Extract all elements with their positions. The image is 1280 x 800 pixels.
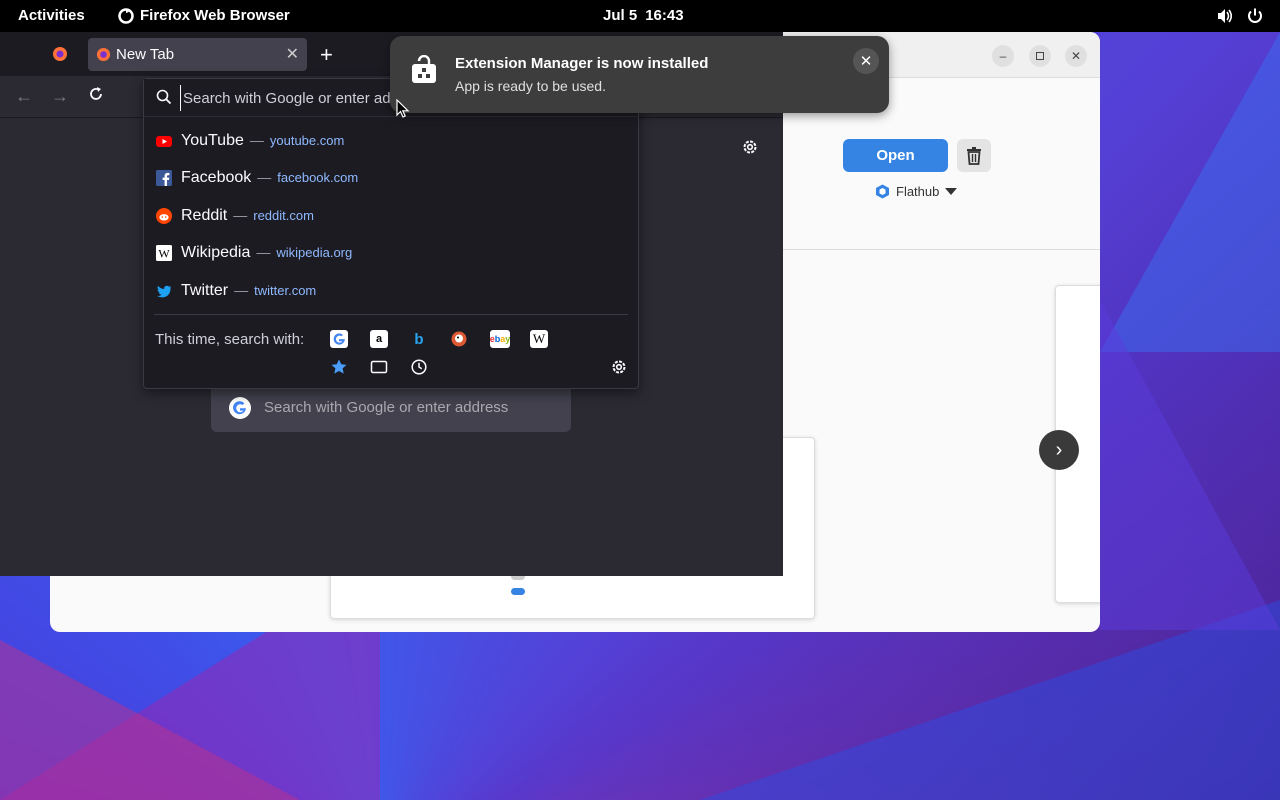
back-icon[interactable]: ←	[15, 86, 33, 107]
firefox-icon	[96, 47, 111, 62]
trash-icon	[967, 146, 981, 165]
suggestion-dash: —	[249, 132, 264, 148]
system-menu[interactable]	[1216, 7, 1264, 25]
suggestion-url: twitter.com	[254, 283, 317, 298]
firefox-view-icon[interactable]	[52, 46, 68, 62]
suggestion-youtube[interactable]: YouTube — youtube.com	[144, 123, 638, 159]
bing-icon[interactable]: b	[410, 330, 428, 348]
amazon-icon[interactable]: a	[370, 330, 388, 348]
next-screenshot-button[interactable]: ›	[1039, 430, 1079, 470]
notification-close-button[interactable]: ✕	[853, 48, 879, 74]
notification-title: Extension Manager is now installed	[455, 55, 709, 72]
wikipedia-icon[interactable]: W	[530, 330, 548, 348]
uninstall-button[interactable]	[957, 139, 991, 172]
firefox-icon	[118, 7, 134, 24]
software-bag-icon	[412, 55, 436, 83]
clock[interactable]: Jul 5 16:43	[603, 7, 684, 24]
youtube-icon	[156, 136, 172, 147]
notification-body: App is ready to be used.	[455, 78, 606, 94]
suggestion-name: Reddit	[181, 207, 228, 224]
maximize-button[interactable]	[1029, 45, 1051, 67]
search-icon	[156, 89, 172, 105]
app-menu[interactable]: Firefox Web Browser	[118, 7, 290, 24]
suggestion-url: wikipedia.org	[276, 245, 353, 260]
reload-icon[interactable]	[88, 86, 104, 107]
svg-text:W: W	[158, 247, 170, 261]
twitter-icon	[157, 285, 171, 298]
notification-banner[interactable]: Extension Manager is now installed App i…	[390, 36, 889, 113]
suggestion-name: Facebook	[181, 169, 252, 186]
url-input[interactable]	[180, 85, 420, 111]
gear-icon[interactable]	[741, 138, 759, 156]
ebay-icon[interactable]: ebay	[490, 330, 510, 348]
top-bar: Activities Firefox Web Browser Jul 5 16:4…	[0, 0, 1280, 32]
source-selector[interactable]: Flathub	[875, 184, 958, 199]
search-with-label: This time, search with:	[155, 331, 305, 348]
dropdown-arrow-icon	[945, 188, 958, 195]
divider	[154, 314, 628, 315]
suggestion-twitter[interactable]: Twitter — twitter.com	[144, 273, 638, 309]
tab-new-tab[interactable]: New Tab ✕	[88, 38, 307, 71]
search-settings-gear-icon[interactable]	[610, 358, 628, 376]
suggestion-url: reddit.com	[253, 208, 314, 223]
power-icon	[1248, 8, 1262, 23]
close-tab-icon[interactable]: ✕	[286, 44, 299, 64]
suggestion-url: facebook.com	[277, 170, 359, 185]
mouse-cursor-icon	[396, 99, 410, 118]
newtab-search-box[interactable]: Search with Google or enter address	[211, 384, 571, 432]
newtab-search-placeholder: Search with Google or enter address	[264, 399, 509, 416]
clock-date: Jul 5	[603, 7, 638, 24]
close-window-button[interactable]: ✕	[1065, 45, 1087, 67]
volume-icon	[1218, 9, 1233, 23]
bookmarks-icon[interactable]	[330, 358, 348, 376]
url-dropdown: YouTube — youtube.com Facebook — facebook.co…	[143, 78, 639, 389]
minimize-button[interactable]: –	[992, 45, 1014, 67]
suggestion-name: YouTube	[181, 132, 244, 149]
suggestion-name: Twitter	[181, 282, 229, 299]
app-name: Firefox Web Browser	[140, 7, 290, 24]
activities-button[interactable]: Activities	[18, 7, 85, 24]
wikipedia-icon: W	[156, 245, 172, 261]
duckduckgo-icon[interactable]	[450, 330, 468, 348]
suggestion-name: Wikipedia	[181, 244, 251, 261]
flathub-icon	[876, 184, 889, 199]
wallpaper-shape	[1100, 300, 1280, 630]
suggestion-facebook[interactable]: Facebook — facebook.com	[144, 160, 638, 196]
separator	[780, 249, 1100, 250]
reddit-icon	[156, 208, 172, 224]
google-icon	[229, 397, 251, 419]
suggestion-dash: —	[233, 207, 248, 223]
suggestion-dash: —	[234, 282, 249, 298]
preview-toggle	[511, 588, 525, 595]
new-tab-button[interactable]: +	[320, 42, 333, 68]
suggestion-url: youtube.com	[269, 133, 345, 148]
tab-title: New Tab	[116, 46, 175, 63]
history-icon[interactable]	[410, 358, 428, 376]
suggestion-reddit[interactable]: Reddit — reddit.com	[144, 198, 638, 234]
suggestion-wikipedia[interactable]: W Wikipedia — wikipedia.org	[144, 235, 638, 271]
facebook-icon	[156, 170, 172, 186]
maximize-icon	[1036, 52, 1044, 60]
open-button[interactable]: Open	[843, 139, 948, 172]
suggestion-dash: —	[257, 169, 272, 185]
google-icon[interactable]	[330, 330, 348, 348]
tabs-icon[interactable]	[370, 359, 388, 375]
wallpaper-shape	[0, 640, 300, 800]
suggestion-dash: —	[256, 244, 271, 260]
clock-time: 16:43	[645, 7, 684, 24]
source-label: Flathub	[896, 184, 940, 199]
forward-icon[interactable]: →	[51, 86, 69, 107]
